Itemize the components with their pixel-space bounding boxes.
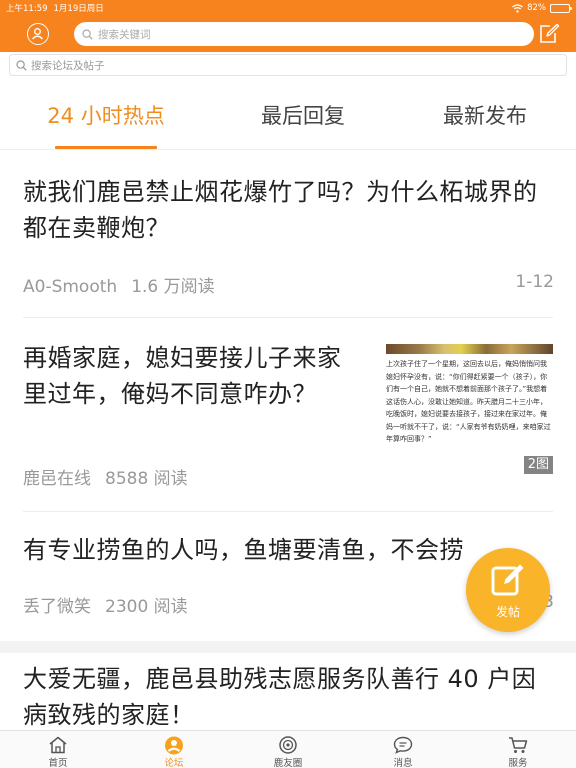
- post-title: 再婚家庭，媳妇要接儿子来家里过年，俺妈不同意咋办？: [23, 344, 342, 408]
- forum-search-bar: 搜索论坛及帖子: [0, 52, 576, 80]
- tab-24h-hot[interactable]: 24 小时热点: [43, 100, 169, 140]
- nav-circle[interactable]: 鹿友圈: [248, 731, 328, 768]
- compose-button[interactable]: [538, 23, 560, 45]
- post-page-range[interactable]: 1-12: [515, 272, 554, 292]
- app-header: 搜索关键词: [0, 16, 576, 52]
- search-placeholder: 搜索关键词: [98, 28, 151, 41]
- circle-icon: [279, 736, 297, 754]
- cart-icon: [509, 737, 528, 753]
- post-meta: 鹿邑在线 8588 阅读: [23, 464, 188, 489]
- post-item[interactable]: 再婚家庭，媳妇要接儿子来家里过年，俺妈不同意咋办？ 上次孩子住了一个星期，这回去…: [0, 318, 576, 512]
- tab-newest[interactable]: 最新发布: [422, 100, 548, 140]
- tab-last-reply[interactable]: 最后回复: [240, 100, 366, 140]
- message-icon: [393, 736, 413, 754]
- post-author: 丢了微笑: [23, 597, 91, 617]
- home-icon: [49, 736, 67, 754]
- nav-home[interactable]: 首页: [18, 731, 98, 768]
- post-item[interactable]: 就我们鹿邑禁止烟花爆竹了吗？为什么柘城界的都在卖鞭炮？ A0-Smooth 1.6…: [0, 150, 576, 318]
- nav-label-forum: 论坛: [164, 758, 184, 768]
- thumbnail-text: 上次孩子住了一个星期，这回去以后，俺妈悄悄问我媳妇怀孕没有，说：“你们得赶紧要一…: [386, 360, 551, 443]
- battery-icon: [550, 3, 572, 13]
- compose-icon: [540, 23, 560, 43]
- bottom-nav: 首页 论坛 鹿友圈 消息 服务: [0, 730, 576, 768]
- image-count-badge: 2图: [523, 456, 553, 474]
- nav-services[interactable]: 服务: [478, 731, 558, 768]
- post-reads: 2300 阅读: [105, 597, 188, 617]
- search-icon: [82, 28, 93, 40]
- post-author: A0-Smooth: [23, 277, 118, 297]
- nav-label-circle: 鹿友圈: [273, 758, 303, 768]
- new-post-label: 发帖: [495, 605, 520, 619]
- user-icon: [32, 28, 43, 40]
- forum-search-input[interactable]: 搜索论坛及帖子: [9, 54, 567, 76]
- wifi-icon: [512, 3, 523, 13]
- post-title: 大爱无疆，鹿邑县助残志愿服务队善行 40 户因病致残的家庭！: [23, 665, 537, 729]
- status-bar: 上午11:59 1月19日周日 82%: [0, 0, 576, 16]
- forum-icon: [165, 736, 183, 755]
- post-meta: 丢了微笑 2300 阅读: [23, 592, 188, 617]
- post-thumbnail[interactable]: 上次孩子住了一个星期，这回去以后，俺妈悄悄问我媳妇怀孕没有，说：“你们得赶紧要一…: [386, 344, 553, 474]
- search-input[interactable]: 搜索关键词: [74, 22, 534, 46]
- battery-percent: 82%: [527, 3, 546, 13]
- post-item[interactable]: 大爱无疆，鹿邑县助残志愿服务队善行 40 户因病致残的家庭！: [0, 653, 576, 730]
- nav-label-services: 服务: [508, 758, 528, 768]
- post-meta: A0-Smooth 1.6 万阅读: [23, 272, 215, 297]
- status-right: 82%: [512, 3, 572, 13]
- app-screen: 上午11:59 1月19日周日 82% 搜索关键词 搜索论坛及帖子 24 小时热…: [0, 0, 576, 768]
- new-post-button[interactable]: 发帖: [466, 548, 550, 632]
- user-avatar-button[interactable]: [27, 23, 49, 45]
- post-title: 就我们鹿邑禁止烟花爆竹了吗？为什么柘城界的都在卖鞭炮？: [23, 178, 538, 242]
- nav-forum[interactable]: 论坛: [134, 731, 214, 768]
- thumbnail-photo-strip: [386, 344, 553, 354]
- nav-label-messages: 消息: [393, 758, 413, 768]
- post-reads: 1.6 万阅读: [131, 277, 215, 297]
- status-time: 上午11:59: [6, 4, 48, 14]
- search-icon: [16, 59, 27, 71]
- post-reads: 8588 阅读: [105, 469, 188, 489]
- active-tab-indicator: [55, 146, 157, 149]
- section-gap: [0, 641, 576, 653]
- edit-icon: [491, 564, 524, 596]
- tab-bar: 24 小时热点 最后回复 最新发布: [0, 80, 576, 150]
- nav-messages[interactable]: 消息: [363, 731, 443, 768]
- forum-search-placeholder: 搜索论坛及帖子: [31, 59, 105, 72]
- post-author: 鹿邑在线: [23, 469, 91, 489]
- status-date: 1月19日周日: [53, 4, 104, 14]
- nav-label-home: 首页: [48, 758, 68, 768]
